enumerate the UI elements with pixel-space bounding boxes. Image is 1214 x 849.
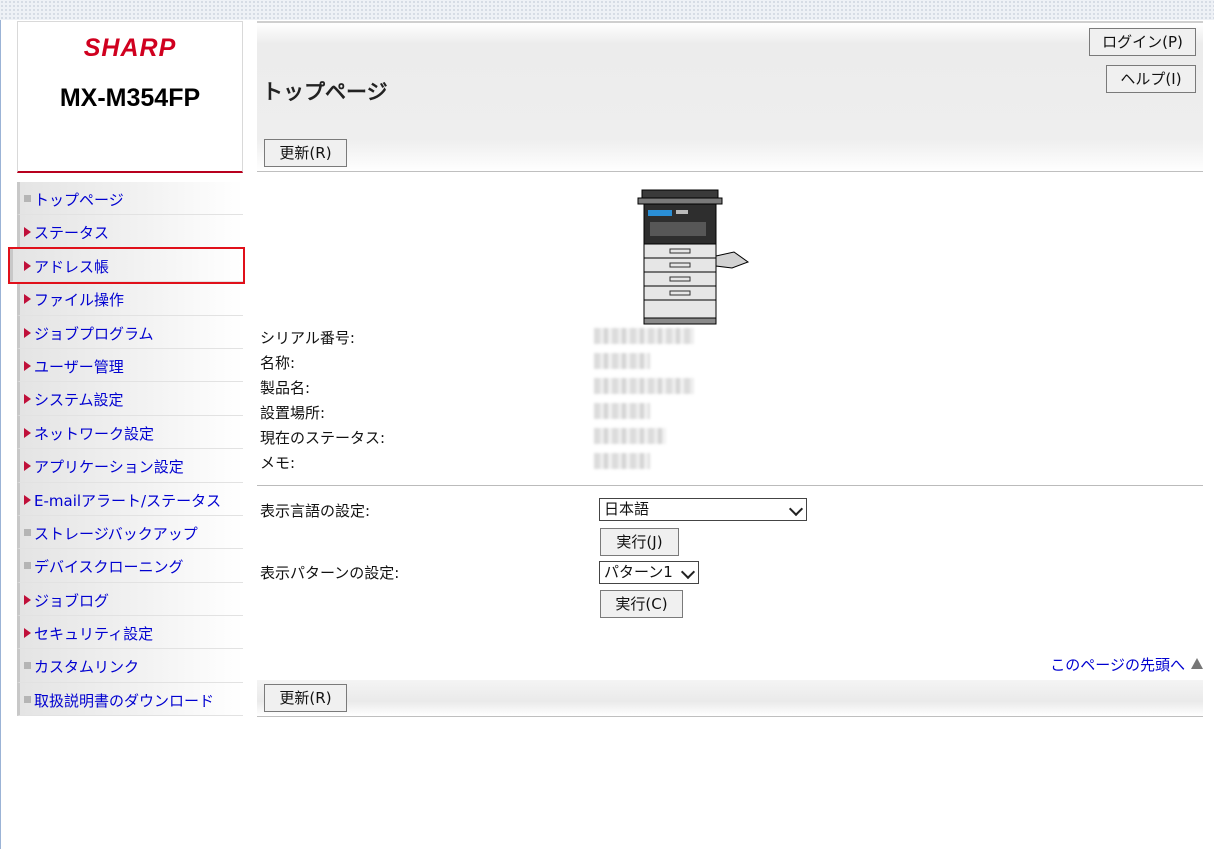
top-strip	[0, 0, 1214, 20]
sidebar-item-label: ジョブログ	[34, 591, 110, 610]
sidebar-item-system-settings[interactable]: システム設定	[17, 382, 243, 416]
sidebar-item-label: システム設定	[34, 391, 124, 410]
sidebar-nav: トップページ ステータス アドレス帳 ファイル操作 ジョブプログラム ユーザー管…	[8, 182, 245, 717]
pattern-setting-label: 表示パターンの設定:	[260, 564, 400, 582]
language-select[interactable]: 日本語	[599, 498, 807, 521]
help-button[interactable]: ヘルプ(I)	[1106, 65, 1196, 93]
triangle-right-icon	[24, 427, 31, 438]
page-header	[257, 21, 1203, 172]
sidebar-item-application-settings[interactable]: アプリケーション設定	[17, 449, 243, 483]
sidebar-item-label: セキュリティ設定	[34, 625, 154, 644]
language-setting-label: 表示言語の設定:	[260, 502, 371, 520]
sidebar-item-manual-download[interactable]: 取扱説明書のダウンロード	[17, 682, 243, 717]
sidebar-item-label: ネットワーク設定	[34, 424, 155, 443]
sidebar-item-label: ファイル操作	[34, 291, 125, 310]
square-bullet-icon	[24, 662, 31, 670]
copier-device-icon	[637, 189, 750, 325]
language-select-value: 日本語	[604, 500, 650, 518]
serial-number-label: シリアル番号:	[260, 329, 355, 347]
logo-box: SHARP MX-M354FP	[17, 21, 243, 173]
sidebar-item-label: 取扱説明書のダウンロード	[34, 691, 215, 710]
login-button[interactable]: ログイン(P)	[1089, 28, 1196, 56]
sidebar-item-label: E-mailアラート/ステータス	[34, 491, 222, 510]
current-status-value-redacted	[594, 428, 666, 444]
name-label: 名称:	[260, 354, 296, 372]
chevron-down-icon	[680, 564, 696, 580]
sidebar-item-email-alert-status[interactable]: E-mailアラート/ステータス	[17, 482, 243, 516]
square-bullet-icon	[24, 195, 31, 202]
square-bullet-icon	[24, 528, 31, 536]
name-value-redacted	[594, 353, 650, 369]
sidebar-item-custom-links[interactable]: カスタムリンク	[17, 649, 243, 683]
section-divider	[257, 485, 1203, 486]
serial-number-value-redacted	[594, 328, 694, 344]
triangle-right-icon	[24, 360, 31, 371]
footer-divider	[257, 716, 1203, 717]
back-to-top-link[interactable]: このページの先頭へ	[1050, 654, 1203, 675]
sidebar-item-label: ジョブプログラム	[34, 324, 154, 343]
sidebar-item-address-book[interactable]: アドレス帳	[8, 246, 245, 285]
sidebar-item-job-log[interactable]: ジョブログ	[17, 582, 243, 617]
sidebar-item-user-management[interactable]: ユーザー管理	[17, 348, 243, 383]
pattern-select[interactable]: パターン1	[599, 561, 699, 584]
model-name: MX-M354FP	[59, 84, 201, 112]
refresh-button-top[interactable]: 更新(R)	[264, 139, 347, 167]
sidebar-item-network-settings[interactable]: ネットワーク設定	[17, 415, 243, 450]
sidebar-item-label: カスタムリンク	[34, 658, 140, 677]
brand-logo: SHARP	[83, 34, 177, 62]
product-name-label: 製品名:	[260, 379, 311, 397]
triangle-right-icon	[24, 461, 31, 472]
execute-j-button[interactable]: 実行(J)	[600, 528, 679, 556]
memo-value-redacted	[594, 453, 650, 469]
sidebar-item-security-settings[interactable]: セキュリティ設定	[17, 616, 243, 650]
sidebar-item-label: トップページ	[34, 191, 124, 209]
memo-label: メモ:	[260, 454, 296, 472]
execute-c-button[interactable]: 実行(C)	[600, 590, 683, 618]
header-divider	[257, 171, 1203, 172]
sidebar-item-status[interactable]: ステータス	[17, 215, 243, 249]
sidebar-item-label: ステータス	[34, 224, 110, 243]
current-status-label: 現在のステータス:	[260, 429, 386, 447]
product-name-value-redacted	[594, 378, 694, 394]
triangle-right-icon	[24, 628, 31, 639]
location-value-redacted	[594, 403, 650, 419]
triangle-right-icon	[24, 394, 31, 405]
chevron-down-icon	[788, 501, 804, 517]
page-footer	[257, 680, 1203, 716]
triangle-right-icon	[24, 327, 31, 338]
sidebar-item-label: アプリケーション設定	[34, 458, 184, 477]
refresh-button-bottom[interactable]: 更新(R)	[264, 684, 347, 712]
sidebar-item-label: デバイスクローニング	[34, 558, 184, 577]
triangle-right-icon	[24, 227, 31, 238]
triangle-up-icon	[1191, 658, 1203, 669]
sidebar-item-top-page[interactable]: トップページ	[17, 182, 243, 216]
sidebar-item-storage-backup[interactable]: ストレージバックアップ	[17, 515, 243, 550]
page-title: トップページ	[262, 80, 388, 104]
back-to-top-label: このページの先頭へ	[1050, 656, 1185, 674]
sidebar-item-device-cloning[interactable]: デバイスクローニング	[17, 549, 243, 583]
triangle-right-icon	[24, 594, 31, 605]
pattern-select-value: パターン1	[604, 563, 673, 581]
location-label: 設置場所:	[260, 404, 326, 422]
sidebar-item-label: アドレス帳	[34, 257, 110, 276]
left-edge	[0, 20, 1, 849]
square-bullet-icon	[24, 695, 31, 703]
triangle-right-icon	[24, 294, 31, 305]
triangle-right-icon	[24, 260, 31, 271]
sidebar-item-label: ユーザー管理	[34, 357, 124, 376]
sidebar-item-file-operations[interactable]: ファイル操作	[17, 282, 243, 316]
triangle-right-icon	[24, 494, 31, 505]
sidebar-item-label: ストレージバックアップ	[34, 524, 198, 543]
square-bullet-icon	[24, 562, 31, 570]
sidebar-item-job-programs[interactable]: ジョブプログラム	[17, 315, 243, 349]
